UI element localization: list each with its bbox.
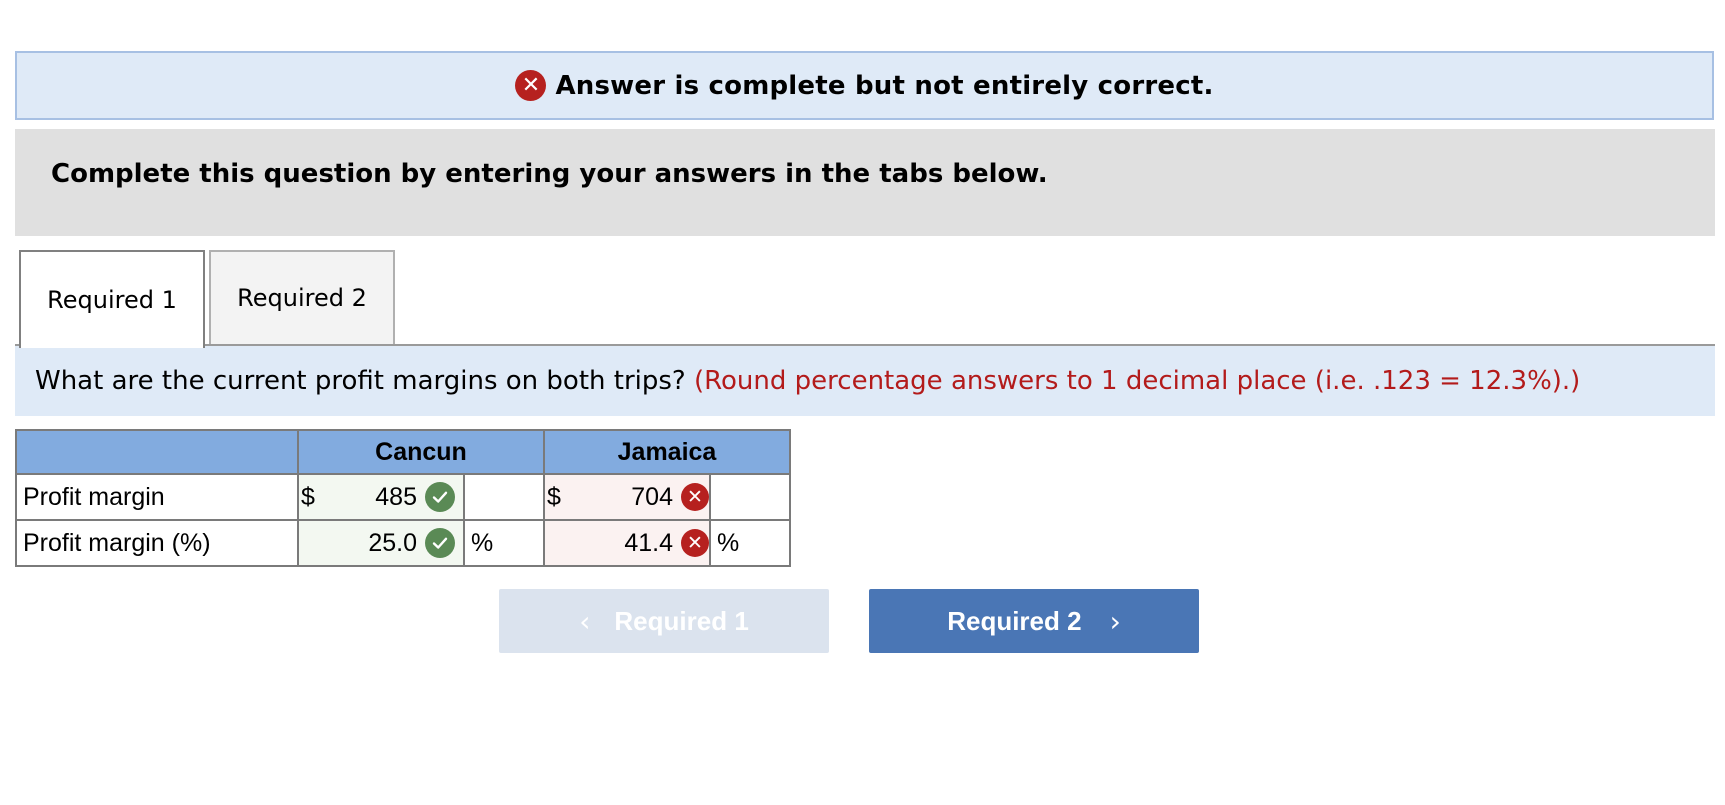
check-circle-icon	[425, 482, 455, 512]
x-circle-icon: ✕	[681, 483, 709, 511]
next-required-2-button[interactable]: Required 2 ›	[869, 589, 1199, 653]
next-label: Required 2	[947, 605, 1082, 636]
cell-value: 25.0	[368, 528, 417, 557]
chevron-right-icon: ›	[1109, 604, 1121, 638]
unit-cell: %	[463, 519, 545, 567]
rounding-hint: (Round percentage answers to 1 decimal p…	[693, 366, 1581, 396]
table-header-row: Cancun Jamaica	[15, 429, 791, 475]
prev-required-1-button[interactable]: ‹ Required 1	[499, 589, 829, 653]
cell-value: 485	[375, 482, 417, 511]
tab-label: Required 1	[47, 286, 177, 314]
x-circle-icon: ✕	[515, 70, 547, 101]
row-label: Profit margin	[15, 473, 299, 521]
instruction-panel: Complete this question by entering your …	[15, 129, 1715, 236]
cancun-profit-margin-input[interactable]: $ 485	[297, 473, 465, 521]
header-cancun: Cancun	[297, 429, 545, 475]
prev-label: Required 1	[614, 605, 749, 636]
check-circle-icon	[425, 528, 455, 558]
question-prompt: What are the current profit margins on b…	[35, 366, 686, 396]
cancun-profit-margin-pct-input[interactable]: 25.0	[297, 519, 465, 567]
header-jamaica: Jamaica	[543, 429, 791, 475]
table-row: Profit margin (%) 25.0 % 41.4 ✕ %	[15, 519, 791, 567]
feedback-banner: ✕ Answer is complete but not entirely co…	[15, 51, 1714, 120]
currency-symbol: $	[301, 482, 315, 511]
table-row: Profit margin $ 485 $ 704 ✕	[15, 473, 791, 521]
tab-required-2[interactable]: Required 2	[209, 250, 395, 346]
cell-value: 41.4	[624, 528, 673, 557]
chevron-left-icon: ‹	[579, 604, 591, 638]
answer-table: Cancun Jamaica Profit margin $ 485 $ 704…	[15, 429, 791, 567]
instruction-text: Complete this question by entering your …	[51, 159, 1048, 189]
header-empty	[15, 429, 299, 475]
jamaica-profit-margin-input[interactable]: $ 704 ✕	[543, 473, 711, 521]
row-label: Profit margin (%)	[15, 519, 299, 567]
unit-cell	[709, 473, 791, 521]
currency-symbol: $	[547, 482, 561, 511]
unit-cell: %	[709, 519, 791, 567]
question-panel: What are the current profit margins on b…	[15, 346, 1715, 416]
x-circle-icon: ✕	[681, 529, 709, 557]
tab-required-1[interactable]: Required 1	[19, 250, 205, 348]
unit-cell	[463, 473, 545, 521]
question-text: What are the current profit margins on b…	[35, 366, 1580, 396]
cell-value: 704	[631, 482, 673, 511]
tab-label: Required 2	[237, 284, 367, 312]
jamaica-profit-margin-pct-input[interactable]: 41.4 ✕	[543, 519, 711, 567]
feedback-text: Answer is complete but not entirely corr…	[555, 70, 1214, 101]
